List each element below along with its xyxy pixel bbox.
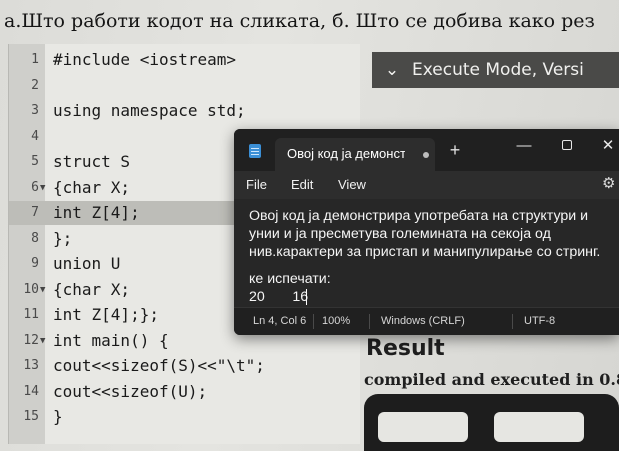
text-line: нив.карактери за пристап и манипулирање …: [249, 244, 601, 260]
line-number: 9: [31, 256, 39, 271]
new-tab-button[interactable]: +: [444, 139, 466, 161]
fold-arrow-icon: ▼: [40, 284, 46, 295]
code-text: using namespace std;: [53, 101, 246, 120]
code-text: int main() {: [53, 330, 169, 350]
menu-view[interactable]: View: [338, 177, 366, 192]
document-tab[interactable]: Овој код ја демонстри: [275, 138, 435, 171]
text-line: ке испечати:: [249, 271, 331, 287]
text-caret: [306, 289, 307, 305]
status-bar: Ln 4, Col 6 100% Windows (CRLF) UTF-8: [234, 307, 619, 335]
chevron-down-icon: ⌄: [384, 60, 400, 80]
line-number: 3: [31, 103, 39, 118]
line-number: 12: [23, 332, 39, 348]
code-line: 15}: [9, 405, 361, 429]
notepad-app-icon: [249, 144, 261, 158]
line-number: 15: [23, 409, 39, 424]
fold-arrow-icon: ▼: [40, 335, 46, 346]
result-heading: Result: [366, 336, 445, 361]
code-text: int Z[4];: [53, 203, 140, 222]
result-output-box: [364, 394, 619, 451]
code-text: cout<<sizeof(S)<<"\t";: [53, 356, 265, 375]
line-number: 4: [31, 128, 39, 144]
line-number: 2: [31, 77, 39, 93]
text-editor-area[interactable]: Овој код ја демонстрира употребата на ст…: [234, 199, 619, 307]
menu-edit[interactable]: Edit: [291, 177, 313, 192]
encoding: UTF-8: [524, 315, 556, 327]
text-line: 20 16: [249, 289, 309, 305]
line-ending: Windows (CRLF): [381, 315, 465, 327]
execute-mode-label: Execute Mode, Versi: [412, 60, 584, 80]
maximize-icon: [562, 140, 572, 150]
minimize-button[interactable]: —: [509, 135, 539, 157]
maximize-button[interactable]: [552, 135, 582, 157]
question-text: а.Што работи кодот на сликата, б. Што се…: [4, 10, 595, 32]
code-text: }: [53, 407, 63, 426]
code-line: 2: [9, 74, 361, 98]
line-number: 11: [23, 307, 39, 322]
menu-file[interactable]: File: [246, 177, 267, 192]
line-number: 14: [23, 383, 39, 399]
title-bar[interactable]: Овој код ја демонстри + — ✕: [234, 129, 619, 171]
fold-arrow-icon: ▼: [40, 182, 46, 193]
code-text: int Z[4];};: [53, 305, 159, 324]
line-number: 13: [23, 358, 39, 373]
zoom-level: 100%: [322, 315, 351, 327]
line-number: 1: [31, 52, 39, 67]
code-line: 1 #include <iostream>: [9, 48, 361, 72]
code-text: union U: [53, 254, 121, 273]
result-subtitle: compiled and executed in 0.8: [364, 370, 619, 389]
line-number: 5: [31, 154, 39, 169]
code-text: {char X;: [53, 177, 131, 197]
text-line: Овој код ја демонстрира употребата на ст…: [249, 208, 589, 224]
code-text: struct S: [53, 152, 131, 171]
line-number: 10: [23, 281, 39, 297]
text-line: унии и ја пресметува големината на секој…: [249, 226, 551, 242]
code-text: cout<<sizeof(U);: [53, 381, 208, 401]
code-text: #include <iostream>: [53, 50, 237, 69]
code-line: 13 cout<<sizeof(S)<<"\t";: [9, 354, 361, 378]
line-number: 7: [31, 205, 39, 220]
unsaved-dot-icon[interactable]: [423, 152, 429, 158]
code-line: 3 using namespace std;: [9, 99, 361, 123]
status-divider: [369, 314, 370, 329]
code-text: {char X;: [53, 279, 131, 299]
tab-title: Овој код ја демонстри: [287, 146, 405, 161]
status-divider: [512, 314, 513, 329]
execute-mode-header: ⌄ Execute Mode, Versi: [372, 52, 619, 88]
gear-icon[interactable]: ⚙: [602, 174, 615, 192]
cursor-position: Ln 4, Col 6: [253, 315, 307, 327]
menu-bar: File Edit View ⚙: [234, 171, 619, 199]
line-number: 8: [31, 230, 39, 246]
code-text: };: [53, 228, 73, 248]
line-number: 6: [31, 179, 39, 195]
status-divider: [313, 314, 314, 329]
notepad-window: Овој код ја демонстри + — ✕ File Edit Vi…: [234, 129, 619, 335]
close-button[interactable]: ✕: [593, 135, 619, 157]
code-line: 14 cout<<sizeof(U);: [9, 380, 361, 404]
